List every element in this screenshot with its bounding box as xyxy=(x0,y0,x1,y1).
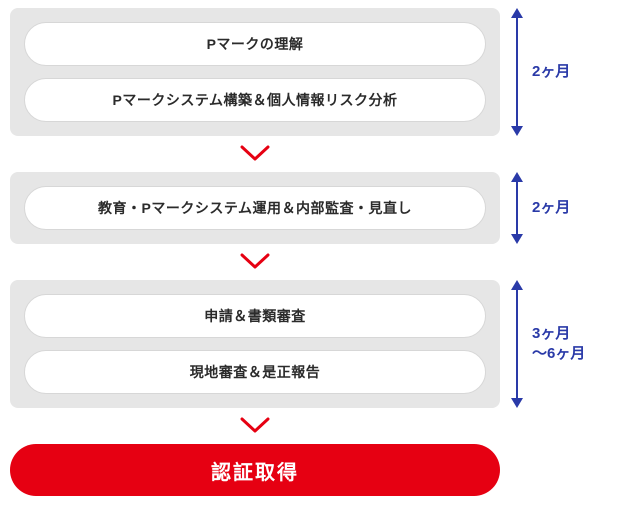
final-step: 認証取得 xyxy=(10,444,500,496)
chevron-down-icon xyxy=(240,253,270,271)
phase-row: 教育・Pマークシステム運用＆内部監査・見直し 2ヶ月 xyxy=(10,172,620,244)
step-pill: Pマークシステム構築＆個人情報リスク分析 xyxy=(24,78,486,122)
phase-box: 申請＆書類審査 現地審査＆是正報告 xyxy=(10,280,500,408)
step-pill: Pマークの理解 xyxy=(24,22,486,66)
duration-label: 2ヶ月 xyxy=(532,172,570,244)
flow-connector xyxy=(10,136,500,172)
duration-range-arrow-icon xyxy=(510,280,524,408)
duration-label: 3ヶ月 〜6ヶ月 xyxy=(532,280,585,408)
duration-range-arrow-icon xyxy=(510,8,524,136)
chevron-down-icon xyxy=(240,145,270,163)
flow-connector xyxy=(10,408,500,444)
duration-column: 2ヶ月 xyxy=(510,172,620,244)
chevron-down-icon xyxy=(240,417,270,435)
duration-column: 2ヶ月 xyxy=(510,8,620,136)
step-pill: 現地審査＆是正報告 xyxy=(24,350,486,394)
duration-range-arrow-icon xyxy=(510,172,524,244)
phase-row: 申請＆書類審査 現地審査＆是正報告 3ヶ月 〜6ヶ月 xyxy=(10,280,620,408)
flow-connector xyxy=(10,244,500,280)
duration-label: 2ヶ月 xyxy=(532,8,570,136)
step-pill: 教育・Pマークシステム運用＆内部監査・見直し xyxy=(24,186,486,230)
phase-box: 教育・Pマークシステム運用＆内部監査・見直し xyxy=(10,172,500,244)
phase-box: Pマークの理解 Pマークシステム構築＆個人情報リスク分析 xyxy=(10,8,500,136)
phase-row: Pマークの理解 Pマークシステム構築＆個人情報リスク分析 2ヶ月 xyxy=(10,8,620,136)
duration-column: 3ヶ月 〜6ヶ月 xyxy=(510,280,620,408)
step-pill: 申請＆書類審査 xyxy=(24,294,486,338)
